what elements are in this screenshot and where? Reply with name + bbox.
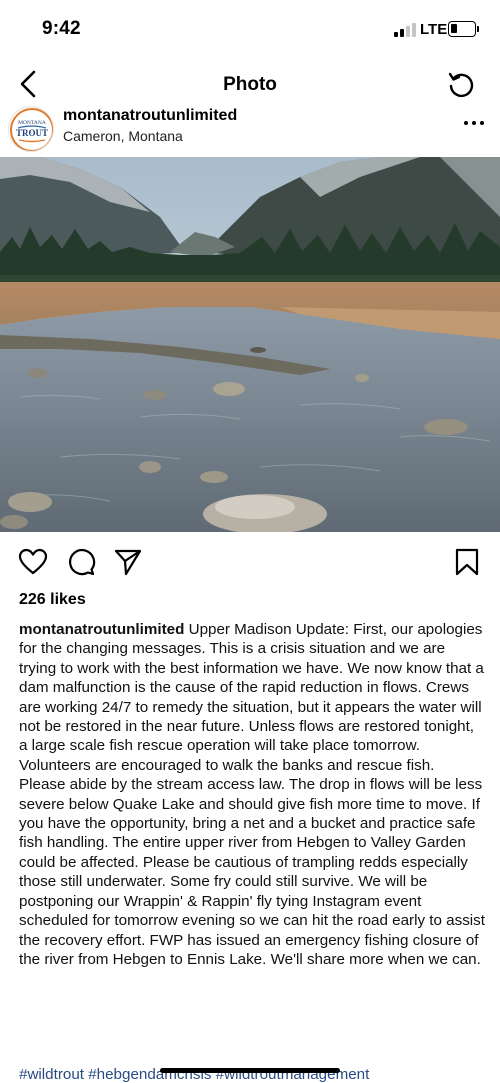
post-username[interactable]: montanatroutunlimited — [63, 107, 237, 125]
post-photo[interactable] — [0, 157, 500, 532]
send-icon — [114, 549, 142, 576]
status-time: 9:42 — [42, 18, 81, 39]
post-actions — [0, 545, 500, 581]
comment-icon — [68, 549, 96, 576]
network-label: LTE — [420, 21, 448, 38]
save-button[interactable] — [452, 547, 482, 577]
avatar[interactable]: MONTANA TROUT — [8, 106, 54, 152]
heart-icon — [18, 548, 48, 575]
refresh-button[interactable] — [446, 70, 476, 100]
more-dots-icon — [464, 121, 484, 125]
battery-tip — [477, 26, 479, 32]
share-button[interactable] — [113, 547, 143, 577]
post-header: MONTANA TROUT montanatroutunlimited Came… — [0, 106, 500, 156]
caption-text: Upper Madison Update: First, our apologi… — [19, 621, 485, 968]
river-landscape-image — [0, 157, 500, 532]
home-indicator — [160, 1068, 340, 1073]
likes-count[interactable]: 226 likes — [19, 591, 86, 609]
nav-bar: Photo — [0, 56, 500, 112]
signal-icon — [394, 23, 416, 37]
trout-logo-icon: MONTANA TROUT — [10, 108, 53, 151]
post-location[interactable]: Cameron, Montana — [63, 128, 183, 144]
like-button[interactable] — [18, 547, 48, 577]
more-options-button[interactable] — [462, 116, 486, 130]
svg-text:MONTANA: MONTANA — [18, 120, 46, 126]
battery-icon — [448, 21, 476, 37]
post-caption: montanatroutunlimited Upper Madison Upda… — [19, 620, 485, 969]
status-bar: 9:42 LTE — [0, 0, 500, 56]
page-title: Photo — [223, 74, 277, 95]
svg-text:TROUT: TROUT — [16, 128, 48, 138]
caption-username[interactable]: montanatroutunlimited — [19, 621, 184, 638]
refresh-icon — [448, 72, 474, 98]
comment-button[interactable] — [66, 547, 96, 577]
bookmark-icon — [455, 548, 479, 576]
